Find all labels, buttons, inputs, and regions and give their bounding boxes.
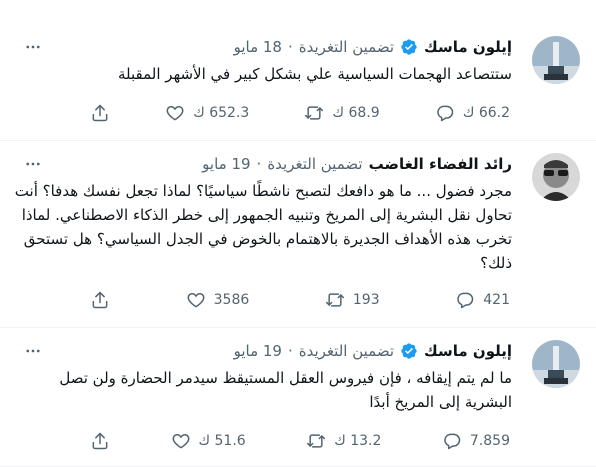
share-icon[interactable] xyxy=(90,289,110,311)
separator: · xyxy=(287,38,293,56)
author-name[interactable]: رائد الفضاء الغاضب xyxy=(369,155,512,173)
retweet-count: 68.9 ك xyxy=(332,105,380,121)
tweet-text: ستتصاعد الهجمات السياسية علي بشكل كبير ف… xyxy=(118,65,512,83)
embed-label[interactable]: تضمين التغريدة xyxy=(267,155,362,173)
share-icon[interactable] xyxy=(90,430,110,452)
like-count: 652.3 ك xyxy=(193,105,250,121)
tweet[interactable]: رائد الفضاء الغاضب تضمين التغريدة · 19 م… xyxy=(0,141,596,328)
tweet-header: إيلون ماسك تضمين التغريدة · 18 مايو xyxy=(234,36,512,58)
avatar[interactable] xyxy=(532,153,580,201)
like-icon xyxy=(187,292,205,308)
retweet-button[interactable]: 13.2 ك xyxy=(306,430,381,452)
reply-icon xyxy=(444,433,461,450)
separator: · xyxy=(256,155,262,173)
like-icon xyxy=(172,433,189,449)
tweet-header: إيلون ماسك تضمين التغريدة · 19 مايو xyxy=(234,340,512,362)
retweet-icon xyxy=(307,434,326,448)
reply-count: 421 xyxy=(483,292,510,308)
tweet-date[interactable]: 19 مايو xyxy=(202,155,250,173)
reply-button[interactable]: 421 xyxy=(455,289,510,311)
separator: · xyxy=(287,342,293,360)
tweet-header: رائد الفضاء الغاضب تضمين التغريدة · 19 م… xyxy=(202,153,512,175)
retweet-count: 13.2 ك xyxy=(334,433,382,449)
tweet-text: مجرد فضول ... ما هو دافعك لتصبح ناشطًا س… xyxy=(14,182,512,272)
verified-badge-icon xyxy=(400,38,418,56)
author-name[interactable]: إيلون ماسك xyxy=(424,38,512,56)
like-count: 3586 xyxy=(213,292,250,308)
reply-count: 7.859 xyxy=(469,433,510,449)
like-count: 51.6 ك xyxy=(198,433,246,449)
tweet-text: ما لم يتم إيقافه ، فإن فيروس العقل المست… xyxy=(59,369,512,411)
tweet-date[interactable]: 18 مايو xyxy=(234,38,282,56)
avatar[interactable] xyxy=(532,340,580,388)
retweet-icon xyxy=(325,293,344,307)
reply-icon xyxy=(457,292,474,309)
more-options-icon[interactable] xyxy=(22,341,44,361)
tweet[interactable]: إيلون ماسك تضمين التغريدة · 19 مايو ما ل… xyxy=(0,328,596,467)
embed-label[interactable]: تضمين التغريدة xyxy=(299,38,394,56)
retweet-icon xyxy=(305,106,324,120)
avatar[interactable] xyxy=(532,36,580,84)
tweet-actions: 51.6 ك 13.2 ك 7.859 xyxy=(90,430,510,452)
author-name[interactable]: إيلون ماسك xyxy=(424,342,512,360)
retweet-count: 193 xyxy=(352,292,380,308)
tweet-date[interactable]: 19 مايو xyxy=(234,342,282,360)
tweet-actions: 652.3 ك 68.9 ك 66.2 ك xyxy=(90,102,510,124)
retweet-button[interactable]: 68.9 ك xyxy=(304,102,380,124)
tweet[interactable]: إيلون ماسك تضمين التغريدة · 18 مايو ستتص… xyxy=(0,0,596,141)
more-options-icon[interactable] xyxy=(22,154,44,174)
embed-label[interactable]: تضمين التغريدة xyxy=(299,342,394,360)
like-button[interactable]: 51.6 ك xyxy=(171,430,246,452)
tweet-actions: 3586 193 421 xyxy=(90,289,510,311)
share-icon[interactable] xyxy=(90,102,110,124)
like-icon xyxy=(166,105,184,121)
like-button[interactable]: 3586 xyxy=(186,289,250,311)
reply-count: 66.2 ك xyxy=(462,105,510,121)
reply-icon xyxy=(437,105,454,122)
reply-button[interactable]: 7.859 xyxy=(442,430,510,452)
more-options-icon[interactable] xyxy=(22,37,44,57)
like-button[interactable]: 652.3 ك xyxy=(165,102,249,124)
verified-badge-icon xyxy=(400,342,418,360)
retweet-button[interactable]: 193 xyxy=(325,289,380,311)
reply-button[interactable]: 66.2 ك xyxy=(435,102,510,124)
